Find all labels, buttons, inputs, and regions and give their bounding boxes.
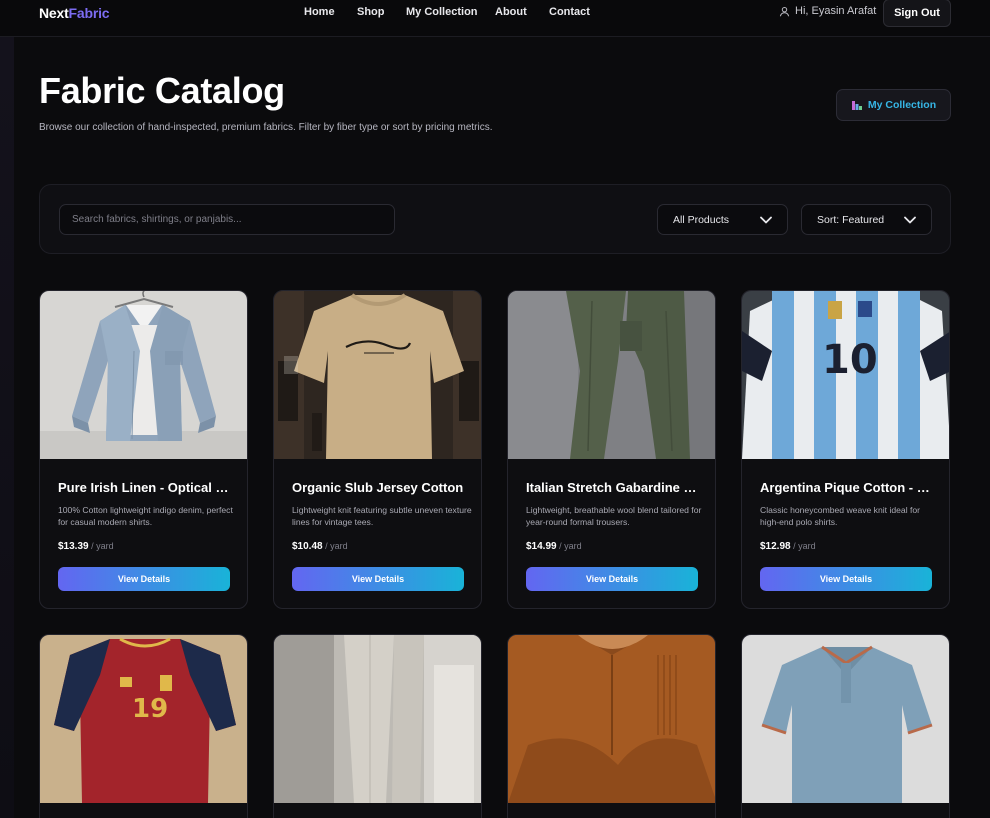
- top-navbar: NextFabric Home Shop My Collection About…: [0, 0, 990, 37]
- svg-text:19: 19: [132, 694, 168, 724]
- view-details-button[interactable]: View Details: [526, 567, 698, 591]
- product-image-jersey-tee[interactable]: [274, 291, 481, 459]
- product-card[interactable]: [507, 634, 716, 818]
- nav-link-contact[interactable]: Contact: [549, 6, 590, 18]
- product-description: Lightweight, breathable wool blend tailo…: [526, 505, 702, 527]
- product-card[interactable]: [741, 634, 950, 818]
- product-card[interactable]: Pure Irish Linen - Optical Blue 100% Cot…: [39, 290, 248, 609]
- category-select[interactable]: All Products: [657, 204, 788, 235]
- product-image-polo-blue[interactable]: [742, 635, 949, 803]
- nav-link-about[interactable]: About: [495, 6, 527, 18]
- product-price: $12.98 / yard: [760, 541, 816, 552]
- product-description: Classic honeycombed weave knit ideal for…: [760, 505, 921, 527]
- product-description: 100% Cotton lightweight indigo denim, pe…: [58, 505, 233, 527]
- price-unit: / yard: [322, 541, 348, 551]
- product-price: $10.48 / yard: [292, 541, 348, 552]
- product-title[interactable]: Argentina Pique Cotton - Sky: [760, 480, 935, 495]
- filter-panel: All Products Sort: Featured: [39, 184, 951, 254]
- left-rail: [0, 36, 14, 818]
- product-card[interactable]: 19: [39, 634, 248, 818]
- page-subtitle: Browse our collection of hand-inspected,…: [39, 122, 493, 133]
- price-value: $14.99: [526, 541, 557, 552]
- product-title[interactable]: Italian Stretch Gabardine Olive: [526, 480, 701, 495]
- user-icon: [779, 6, 790, 16]
- nav-link-shop[interactable]: Shop: [357, 6, 385, 18]
- user-greeting[interactable]: Hi, Eyasin Arafat: [779, 5, 876, 17]
- nav-link-my-collection[interactable]: My Collection: [406, 6, 478, 18]
- price-value: $12.98: [760, 541, 791, 552]
- sort-select-value: Sort: Featured: [817, 213, 885, 226]
- view-details-button[interactable]: View Details: [760, 567, 932, 591]
- sign-out-button[interactable]: Sign Out: [883, 0, 951, 27]
- page-title: Fabric Catalog: [39, 70, 285, 111]
- product-image-panjabi[interactable]: [508, 635, 715, 803]
- category-select-value: All Products: [673, 213, 730, 226]
- chevron-down-icon: [760, 216, 772, 223]
- view-details-button[interactable]: View Details: [292, 567, 464, 591]
- product-card[interactable]: Italian Stretch Gabardine Olive Lightwei…: [507, 290, 716, 609]
- search-input[interactable]: [59, 204, 395, 235]
- product-description: Lightweight knit featuring subtle uneven…: [292, 505, 472, 527]
- user-greeting-text: Hi, Eyasin Arafat: [795, 5, 877, 17]
- price-value: $10.48: [292, 541, 323, 552]
- product-card[interactable]: [273, 634, 482, 818]
- product-image-trousers-beige[interactable]: [274, 635, 481, 803]
- product-price: $14.99 / yard: [526, 541, 582, 552]
- price-unit: / yard: [88, 541, 114, 551]
- product-price: $13.39 / yard: [58, 541, 114, 552]
- price-value: $13.39: [58, 541, 89, 552]
- bar-chart-icon: [851, 101, 862, 110]
- my-collection-button[interactable]: My Collection: [836, 89, 951, 121]
- my-collection-label: My Collection: [867, 99, 937, 111]
- price-unit: / yard: [790, 541, 816, 551]
- product-image-argentina-jersey[interactable]: 10: [742, 291, 949, 459]
- sort-select[interactable]: Sort: Featured: [801, 204, 932, 235]
- product-image-linen-shirt[interactable]: [40, 291, 247, 459]
- product-card[interactable]: Organic Slub Jersey Cotton Lightweight k…: [273, 290, 482, 609]
- price-unit: / yard: [556, 541, 582, 551]
- chevron-down-icon: [904, 216, 916, 223]
- product-title[interactable]: Pure Irish Linen - Optical Blue: [58, 480, 233, 495]
- product-title[interactable]: Organic Slub Jersey Cotton: [292, 480, 467, 495]
- product-image-gabardine-trousers[interactable]: [508, 291, 715, 459]
- view-details-button[interactable]: View Details: [58, 567, 230, 591]
- svg-text:10: 10: [822, 337, 878, 383]
- nav-link-home[interactable]: Home: [304, 6, 335, 18]
- product-image-spain-jersey[interactable]: 19: [40, 635, 247, 803]
- product-card[interactable]: 10 Argentina Pique Cotton - Sky Classic …: [741, 290, 950, 609]
